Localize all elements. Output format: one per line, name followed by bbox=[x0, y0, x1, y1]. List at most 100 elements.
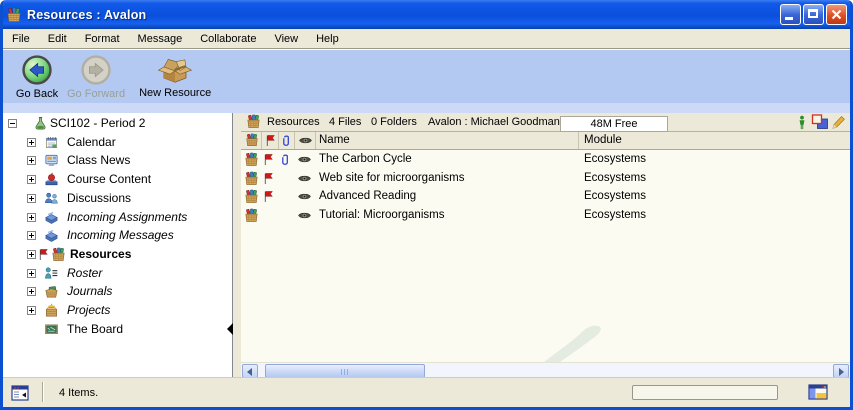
resources-panel: Resources 4 Files 0 Folders Avalon : Mic… bbox=[241, 113, 850, 378]
table-row[interactable]: Advanced Reading Ecosystems bbox=[241, 187, 850, 206]
scroll-left-icon bbox=[247, 368, 252, 376]
expand-expander[interactable] bbox=[27, 287, 36, 296]
expand-expander[interactable] bbox=[27, 156, 36, 165]
eye-column-icon[interactable] bbox=[298, 135, 313, 146]
discussions-icon bbox=[44, 191, 59, 206]
menu-collaborate[interactable]: Collaborate bbox=[191, 30, 265, 48]
app-icon bbox=[6, 7, 22, 23]
resource-box-icon bbox=[244, 208, 259, 223]
row-module: Ecosystems bbox=[584, 206, 646, 225]
column-name[interactable]: Name bbox=[319, 134, 350, 146]
course-tree-panel: SCI102 - Period 2 Calendar Class News Co… bbox=[3, 113, 233, 378]
eye-icon bbox=[297, 154, 312, 165]
folders-count: 0 Folders bbox=[371, 116, 417, 128]
close-button[interactable] bbox=[826, 4, 847, 25]
tree-item-incoming-assignments[interactable]: Incoming Assignments bbox=[3, 208, 231, 227]
tree-item-resources[interactable]: Resources bbox=[3, 245, 231, 264]
background-watermark bbox=[526, 300, 766, 362]
status-bar: 4 Items. bbox=[3, 377, 850, 407]
go-forward-button[interactable]: Go Forward bbox=[63, 53, 129, 101]
scrollbar-thumb[interactable] bbox=[265, 364, 425, 378]
copy-squares-icon[interactable] bbox=[811, 114, 829, 130]
resource-box-icon bbox=[246, 114, 261, 129]
row-module: Ecosystems bbox=[584, 169, 646, 188]
table-header: Name Module bbox=[241, 132, 850, 150]
tree-item-the-board[interactable]: The Board bbox=[3, 320, 231, 339]
table-row[interactable]: Tutorial: Microorganisms Ecosystems bbox=[241, 206, 850, 225]
layout-window-icon[interactable] bbox=[808, 384, 828, 400]
row-name: Tutorial: Microorganisms bbox=[319, 206, 444, 225]
panel-info-bar: Resources 4 Files 0 Folders Avalon : Mic… bbox=[241, 113, 850, 132]
divider bbox=[294, 132, 295, 149]
flag-column-icon[interactable] bbox=[265, 134, 276, 147]
flag-icon bbox=[263, 172, 274, 185]
incoming-tray-icon bbox=[44, 228, 59, 243]
tree-item-course-content[interactable]: Course Content bbox=[3, 170, 231, 189]
splitter-collapse-arrow-icon[interactable] bbox=[227, 323, 233, 335]
expand-expander[interactable] bbox=[27, 250, 36, 259]
close-icon bbox=[827, 5, 846, 24]
resource-box-icon bbox=[244, 171, 259, 186]
tree-item-course[interactable]: SCI102 - Period 2 bbox=[3, 114, 231, 133]
panel-splitter[interactable] bbox=[233, 113, 241, 378]
tree-item-roster[interactable]: Roster bbox=[3, 264, 231, 283]
forward-arrow-icon bbox=[80, 54, 112, 86]
status-window-icon[interactable] bbox=[11, 385, 29, 401]
app-window: Resources : Avalon File Edit Format Mess… bbox=[0, 0, 853, 410]
menu-view[interactable]: View bbox=[265, 30, 307, 48]
menu-format[interactable]: Format bbox=[76, 30, 129, 48]
go-forward-label: Go Forward bbox=[67, 88, 125, 100]
resource-box-icon bbox=[51, 247, 66, 262]
table-row[interactable]: The Carbon Cycle Ecosystems bbox=[241, 150, 850, 169]
maximize-icon bbox=[808, 9, 818, 18]
horizontal-scrollbar[interactable] bbox=[241, 362, 850, 378]
tree-item-projects[interactable]: Projects bbox=[3, 301, 231, 320]
person-icon[interactable] bbox=[797, 115, 807, 130]
row-module: Ecosystems bbox=[584, 187, 646, 206]
paperclip-icon bbox=[281, 153, 290, 166]
expand-expander[interactable] bbox=[27, 306, 36, 315]
divider bbox=[42, 382, 44, 402]
flag-icon bbox=[263, 190, 274, 203]
row-module: Ecosystems bbox=[584, 150, 646, 169]
window-title: Resources : Avalon bbox=[27, 8, 146, 22]
toolbar-lower-strip bbox=[3, 103, 850, 113]
calendar-icon bbox=[44, 135, 59, 150]
tree-item-discussions[interactable]: Discussions bbox=[3, 189, 231, 208]
tree-item-class-news[interactable]: Class News bbox=[3, 151, 231, 170]
tree-item-journals[interactable]: Journals bbox=[3, 282, 231, 301]
menu-bar: File Edit Format Message Collaborate Vie… bbox=[3, 29, 850, 49]
paperclip-column-icon[interactable] bbox=[282, 134, 291, 147]
maximize-button[interactable] bbox=[803, 4, 824, 25]
column-module[interactable]: Module bbox=[584, 134, 622, 146]
course-content-icon bbox=[44, 172, 59, 187]
tree-item-calendar[interactable]: Calendar bbox=[3, 133, 231, 152]
free-space-indicator: 48M Free bbox=[560, 116, 668, 132]
scroll-left-button[interactable] bbox=[242, 364, 258, 378]
tree-item-incoming-messages[interactable]: Incoming Messages bbox=[3, 226, 231, 245]
items-count: 4 Items. bbox=[59, 387, 98, 399]
resource-box-column-icon[interactable] bbox=[245, 133, 259, 147]
collapse-expander[interactable] bbox=[8, 119, 17, 128]
flag-icon bbox=[263, 153, 274, 166]
scroll-right-button[interactable] bbox=[833, 364, 849, 378]
expand-expander[interactable] bbox=[27, 231, 36, 240]
pencil-icon[interactable] bbox=[831, 114, 845, 130]
expand-expander[interactable] bbox=[27, 194, 36, 203]
menu-message[interactable]: Message bbox=[129, 30, 192, 48]
expand-expander[interactable] bbox=[27, 138, 36, 147]
divider bbox=[578, 132, 579, 149]
menu-file[interactable]: File bbox=[3, 30, 39, 48]
menu-help[interactable]: Help bbox=[307, 30, 348, 48]
incoming-tray-icon bbox=[44, 210, 59, 225]
expand-expander[interactable] bbox=[27, 269, 36, 278]
minimize-button[interactable] bbox=[780, 4, 801, 25]
expand-expander[interactable] bbox=[27, 175, 36, 184]
expand-expander[interactable] bbox=[27, 213, 36, 222]
menu-edit[interactable]: Edit bbox=[39, 30, 76, 48]
scrollbar-grip bbox=[341, 369, 349, 375]
go-back-button[interactable]: Go Back bbox=[11, 53, 63, 101]
files-count: 4 Files bbox=[329, 116, 361, 128]
table-row[interactable]: Web site for microorganisms Ecosystems bbox=[241, 169, 850, 188]
new-resource-button[interactable]: New Resource bbox=[135, 53, 215, 100]
